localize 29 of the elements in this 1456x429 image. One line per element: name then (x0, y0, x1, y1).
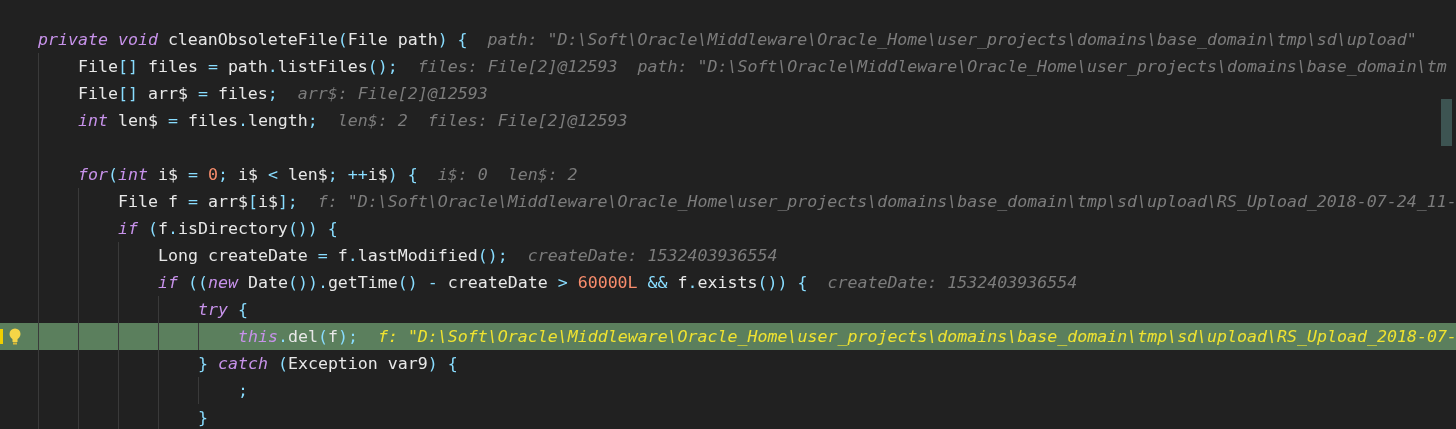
inline-debug-value: f: "D:\Soft\Oracle\Middleware\Oracle_Home\user_projects\domains\base_domain\tmp\sd\upload\RS_Upload_2018-07- (377, 327, 1456, 346)
inline-debug-value: path: "D:\Soft\Oracle\Middleware\Oracle_Home\user_projects\domains\base_domain\tmp\sd\upload" (487, 30, 1417, 49)
code-line: this.del(f); (238, 327, 358, 346)
code-line: File[] files = path.listFiles(); (78, 57, 398, 76)
scrollbar-thumb[interactable] (1441, 99, 1452, 146)
code-line: } catch (Exception var9) { (198, 354, 458, 373)
inline-debug-value: createDate: 1532403936554 (527, 246, 778, 265)
execution-marker (0, 329, 3, 344)
code-line: for(int i$ = 0; i$ < len$; ++i$) { (78, 165, 418, 184)
lightbulb-icon[interactable] (8, 328, 22, 345)
inline-debug-value: len$: 2 (337, 111, 408, 130)
inline-debug-value: files: File[2]@12593 (427, 111, 628, 130)
code-line: File f = arr$[i$]; (118, 192, 298, 211)
inline-debug-value: len$: 2 (507, 165, 578, 184)
code-line: if (f.isDirectory()) { (118, 219, 338, 238)
inline-debug-value: arr$: File[2]@12593 (297, 84, 488, 103)
inline-debug-value: i$: 0 (437, 165, 488, 184)
code-line: if ((new Date()).getTime() - createDate > 60000L && f.exists()) { (158, 273, 808, 292)
code-line: Long createDate = f.lastModified(); (158, 246, 508, 265)
code-line: } (198, 408, 208, 427)
inline-debug-value: files: File[2]@12593 (417, 57, 618, 76)
code-line: private void cleanObsoleteFile(File path) { (38, 30, 468, 49)
code-line: File[] arr$ = files; (78, 84, 278, 103)
code-line: try { (198, 300, 248, 319)
inline-debug-value: path: "D:\Soft\Oracle\Middleware\Oracle_Home\user_projects\domains\base_domain\tm (637, 57, 1447, 76)
code-line: int len$ = files.length; (78, 111, 318, 130)
inline-debug-value: createDate: 1532403936554 (827, 273, 1078, 292)
inline-debug-value: f: "D:\Soft\Oracle\Middleware\Oracle_Home\user_projects\domains\base_domain\tmp\sd\upload\RS_Upload_2018-07-24_11- (317, 192, 1456, 211)
code-line: ; (238, 381, 248, 400)
